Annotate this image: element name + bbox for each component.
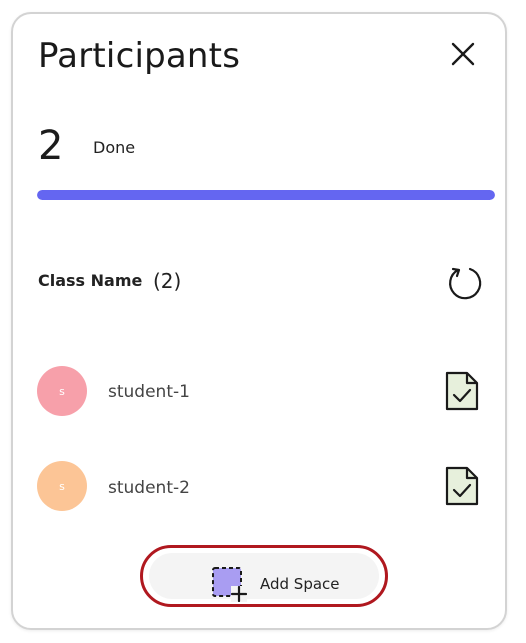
progress-bar	[37, 190, 495, 200]
done-count: 2	[38, 123, 64, 169]
student-name: student-1	[108, 382, 190, 402]
done-label: Done	[93, 138, 136, 157]
panel-title: Participants	[38, 36, 241, 76]
add-space-background: Add Space	[149, 553, 379, 603]
student-name: student-2	[108, 478, 190, 498]
avatar: s	[37, 366, 87, 416]
add-space-button[interactable]: Add Space	[140, 545, 388, 607]
add-space-label: Add Space	[260, 575, 340, 593]
document-check-icon[interactable]	[444, 465, 480, 507]
document-check-icon[interactable]	[444, 370, 480, 412]
close-icon[interactable]	[449, 40, 477, 68]
progress-fill	[37, 190, 495, 200]
refresh-icon[interactable]	[444, 263, 484, 301]
class-name-label: Class Name	[38, 271, 143, 290]
class-count: (2)	[153, 269, 182, 293]
participants-panel: Participants 2 Done Class Name (2) s stu…	[11, 12, 507, 630]
add-space-icon	[211, 566, 248, 603]
avatar: s	[37, 461, 87, 511]
